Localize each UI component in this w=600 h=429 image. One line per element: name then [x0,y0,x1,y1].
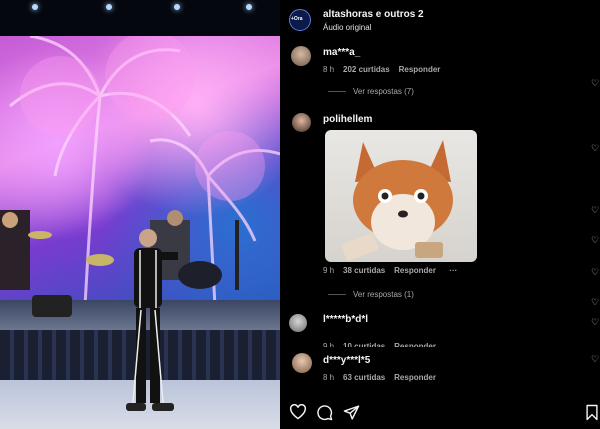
like-heart-icon[interactable]: ♡ [591,79,600,88]
bookmark-icon[interactable] [585,404,599,421]
comment-username[interactable]: ma***a_ [323,47,360,58]
comment-likes[interactable]: 202 curtidas [343,65,390,74]
share-icon[interactable] [343,404,360,421]
comment-meta: 8 h 63 curtidas Responder [323,373,436,382]
comment-text: Afff ainda bem q não perdir meu tempo [370,314,535,325]
comment-text: Música otima pra ouvir no volume 0. [362,47,516,58]
comment-row: l*****b*d*l Afff ainda bem q não perdir … [323,314,535,325]
comment-likes[interactable]: 63 curtidas [343,373,385,382]
like-heart-icon[interactable]: ♡ [591,236,600,245]
comment-time: 9 h [323,266,335,275]
reply-button[interactable]: Responder [399,65,441,74]
like-heart-icon[interactable]: ♡ [591,298,600,307]
comment-text-continued: assistindo isso [323,326,385,337]
comment-username[interactable]: l*****b*d*l [323,314,368,325]
replies-divider [328,91,346,92]
like-heart-icon[interactable]: ♡ [591,355,600,364]
heart-outline-icon[interactable] [289,404,307,420]
avatar[interactable] [291,46,311,66]
comment-time: 8 h [323,373,335,382]
video-player[interactable] [0,0,280,429]
avatar[interactable] [289,314,307,332]
post-username[interactable]: altashoras e outros 2 [323,9,424,20]
comment-row: d***y***l*5 Tira a batata da boca e cant… [323,355,496,366]
post-avatar-label: +Ora [291,16,303,22]
audio-label[interactable]: Áudio original [323,23,371,32]
comment-row: ma***a_ Música otima pra ouvir no volume… [323,47,516,58]
comment-text: Tira a batata da boca e canta [372,355,496,366]
comment-time: 8 h [323,65,335,74]
reply-button[interactable]: Responder [394,266,436,275]
avatar[interactable] [292,113,311,132]
comment-likes[interactable]: 38 curtidas [343,266,385,275]
comment-meta: 9 h 38 curtidas Responder ··· [323,266,457,275]
like-heart-icon[interactable]: ♡ [591,206,600,215]
like-heart-icon[interactable]: ♡ [591,268,600,277]
like-heart-icon[interactable]: ♡ [591,144,600,153]
comment-image-fox[interactable] [325,130,477,262]
singer-figure [126,229,178,411]
avatar[interactable] [292,353,312,373]
comment-username[interactable]: polihellem [323,114,372,125]
comment-username[interactable]: d***y***l*5 [323,355,370,366]
like-heart-icon[interactable]: ♡ [591,318,600,327]
view-replies-button[interactable]: Ver respostas (7) [353,87,414,96]
comment-icon[interactable] [316,404,333,421]
reply-button[interactable]: Responder [394,373,436,382]
more-options-icon[interactable]: ··· [449,266,457,275]
view-replies-button[interactable]: Ver respostas (1) [353,290,414,299]
stage-lights [0,0,280,36]
comment-meta: 8 h 202 curtidas Responder [323,65,440,74]
replies-divider [328,294,346,295]
